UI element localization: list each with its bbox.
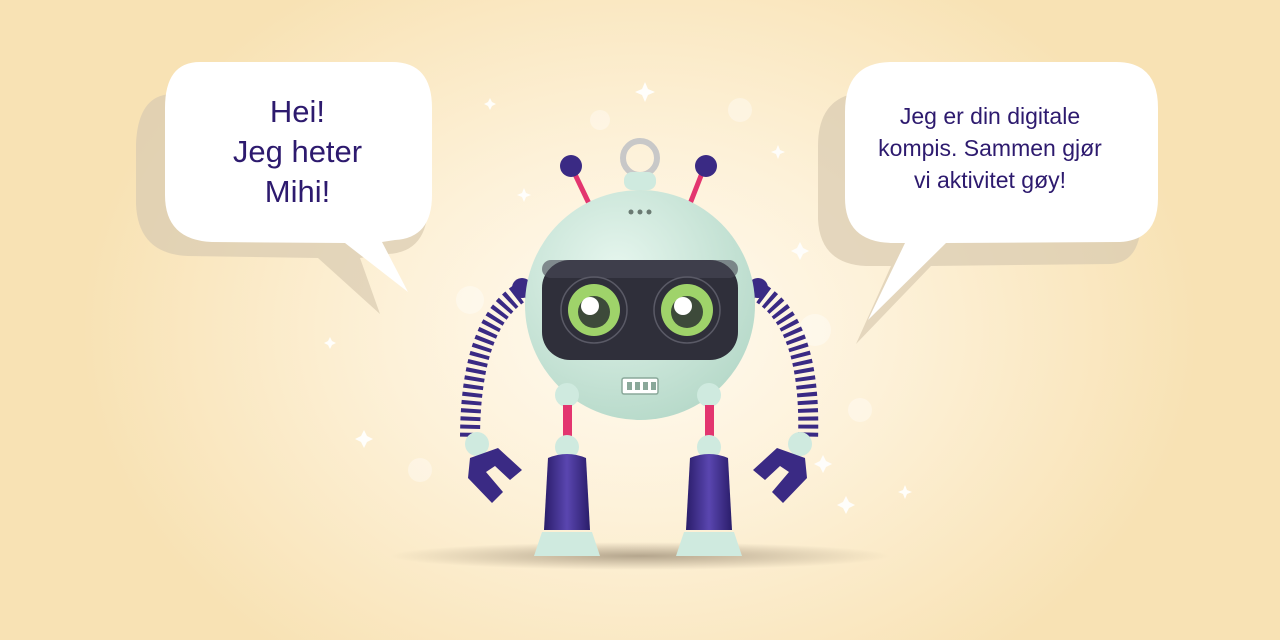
intro-bubble-text: Jeg er din digitale kompis. Sammen gjør …	[855, 100, 1125, 196]
robot-mascot	[460, 138, 819, 556]
intro-line-2: kompis. Sammen gjør	[878, 135, 1102, 161]
greeting-line-3: Mihi!	[264, 174, 331, 209]
illustration-background: Hei! Jeg heter Mihi! Jeg er din digitale…	[0, 0, 1280, 640]
greeting-line-1: Hei!	[269, 94, 326, 129]
intro-line-3: vi aktivitet gøy!	[913, 167, 1067, 193]
greeting-line-2: Jeg heter	[232, 134, 363, 169]
intro-line-1: Jeg er din digitale	[899, 103, 1081, 129]
greeting-bubble-text: Hei! Jeg heter Mihi!	[185, 92, 410, 212]
